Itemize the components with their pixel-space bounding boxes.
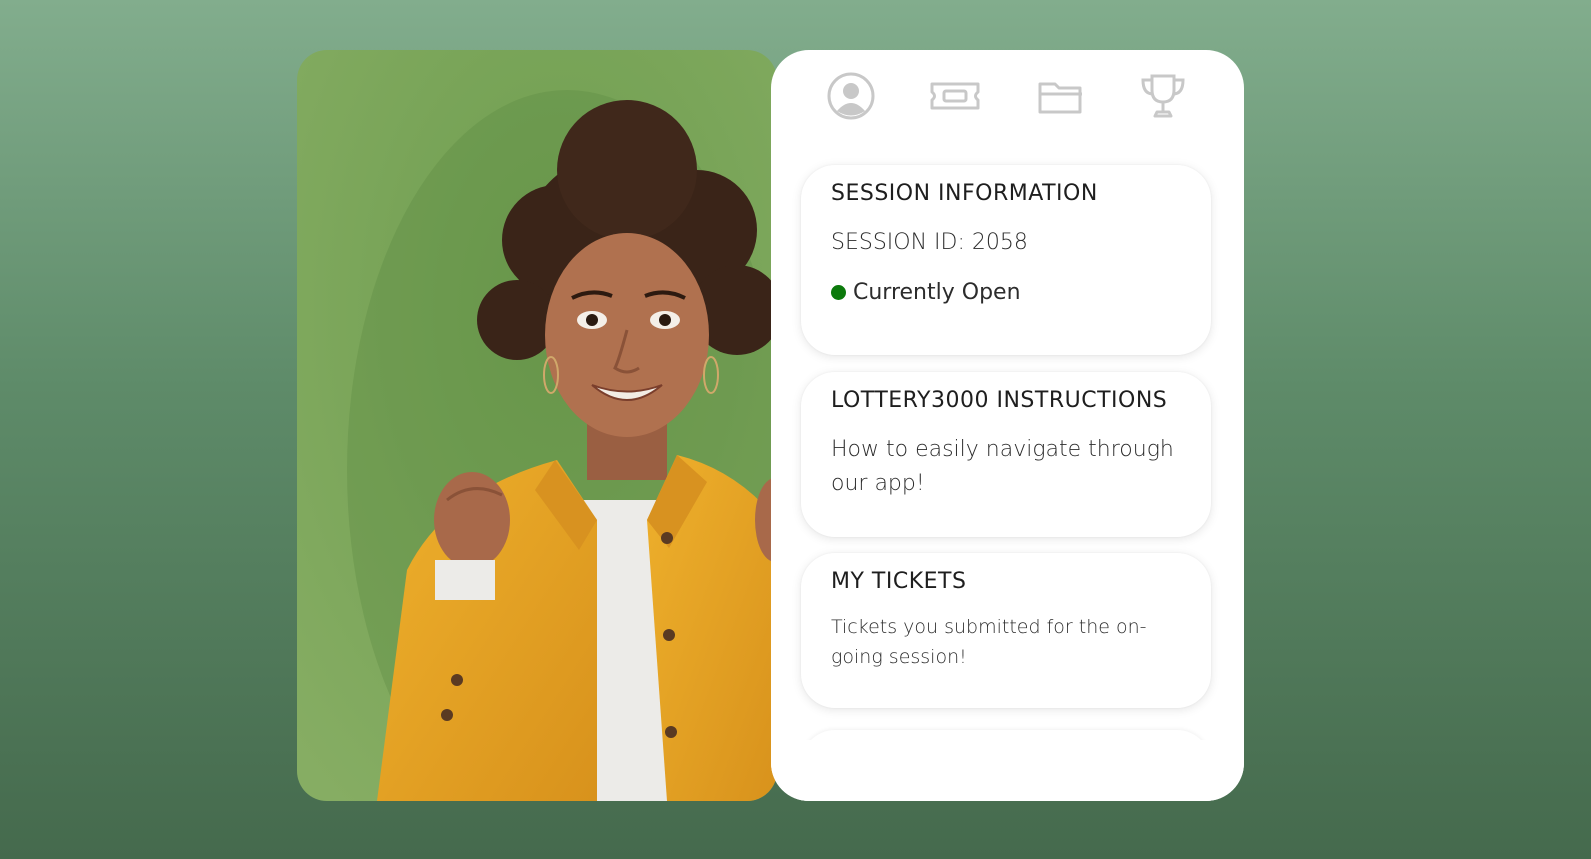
nav-icon-bar	[771, 70, 1244, 126]
user-profile-icon[interactable]	[825, 70, 877, 122]
app-panel: SESSION INFORMATION SESSION ID: 2058 Cur…	[771, 50, 1244, 801]
session-id: SESSION ID: 2058	[831, 230, 1028, 255]
folder-icon[interactable]	[1035, 70, 1087, 122]
panel-bottom-mask	[771, 740, 1244, 801]
hero-photo	[297, 50, 777, 801]
tickets-card-text: Tickets you submitted for the on-going s…	[831, 616, 1147, 668]
my-tickets-card[interactable]: MY TICKETS Tickets you submitted for the…	[801, 553, 1211, 708]
session-card-title: SESSION INFORMATION	[831, 181, 1098, 206]
tickets-card-title: MY TICKETS	[831, 569, 967, 594]
session-information-card[interactable]: SESSION INFORMATION SESSION ID: 2058 Cur…	[801, 165, 1211, 355]
instructions-card-text: How to easily navigate through our app!	[831, 437, 1174, 496]
excited-woman-illustration	[297, 50, 777, 801]
trophy-icon[interactable]	[1137, 70, 1189, 122]
instructions-card-title: LOTTERY3000 INSTRUCTIONS	[831, 388, 1168, 413]
status-dot-icon	[831, 285, 846, 300]
session-status: Currently Open	[831, 280, 1181, 305]
session-status-text: Currently Open	[853, 280, 1021, 305]
instructions-card[interactable]: LOTTERY3000 INSTRUCTIONS How to easily n…	[801, 372, 1211, 537]
ticket-icon[interactable]	[929, 70, 981, 122]
